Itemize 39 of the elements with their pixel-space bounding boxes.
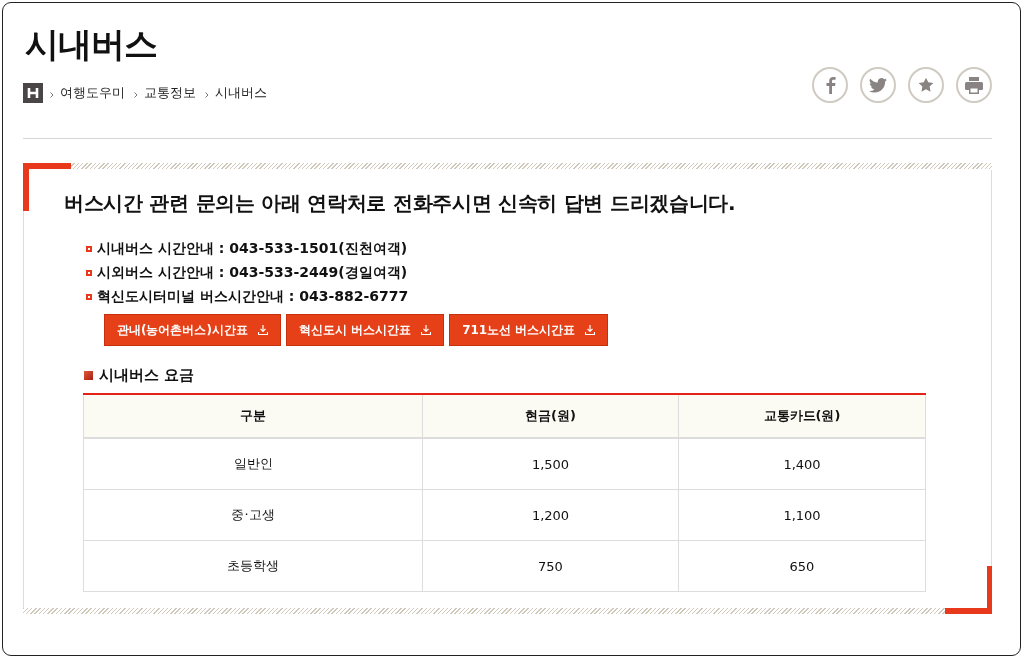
download-icon: [421, 325, 432, 335]
table-cell: 중·고생: [83, 489, 423, 541]
breadcrumb-link[interactable]: 여행도우미: [60, 84, 125, 102]
breadcrumb-link[interactable]: 시내버스: [215, 84, 267, 102]
facebook-icon[interactable]: [812, 67, 848, 103]
section-title: 시내버스 요금: [99, 366, 195, 385]
chevron-icon: [50, 92, 54, 98]
bullet-icon: [86, 270, 92, 276]
notice-heading: 버스시간 관련 문의는 아래 연락처로 전화주시면 신속히 답변 드리겠습니다.: [64, 190, 737, 217]
table-cell: 1,200: [422, 489, 679, 541]
table-cell: 1,400: [678, 438, 926, 490]
table-cell: 1,500: [422, 438, 679, 490]
table-cell: 650: [678, 540, 926, 592]
download-button[interactable]: 711노선 버스시간표: [449, 314, 609, 346]
contact-text: 시외버스 시간안내 : 043-533-2449(경일여객): [97, 264, 408, 282]
bullet-icon: [86, 246, 92, 252]
table-cell: 초등학생: [83, 540, 423, 592]
table-cell: 750: [422, 540, 679, 592]
print-icon[interactable]: [956, 67, 992, 103]
home-icon[interactable]: [23, 83, 43, 103]
twitter-icon[interactable]: [860, 67, 896, 103]
download-button[interactable]: 혁신도시 버스시간표: [285, 314, 445, 346]
table-cell: 일반인: [83, 438, 423, 490]
square-bullet-icon: [84, 371, 93, 380]
page-title: 시내버스: [25, 23, 158, 66]
download-icon: [585, 325, 596, 335]
corner-accent: [945, 566, 992, 614]
download-button[interactable]: 관내(농어촌버스)시간표: [104, 314, 281, 346]
chevron-icon: [205, 92, 209, 98]
chevron-icon: [134, 92, 138, 98]
contact-text: 혁신도시터미널 버스시간안내 : 043-882-6777: [97, 288, 409, 306]
bullet-icon: [86, 294, 92, 300]
table-cell: 1,100: [678, 489, 926, 541]
column-header: 현금(원): [422, 394, 679, 438]
column-header: 교통카드(원): [678, 394, 926, 438]
column-header: 구분: [83, 394, 423, 438]
download-icon: [257, 325, 268, 335]
contact-text: 시내버스 시간안내 : 043-533-1501(진천여객): [97, 240, 408, 258]
breadcrumb-link[interactable]: 교통정보: [144, 84, 196, 102]
